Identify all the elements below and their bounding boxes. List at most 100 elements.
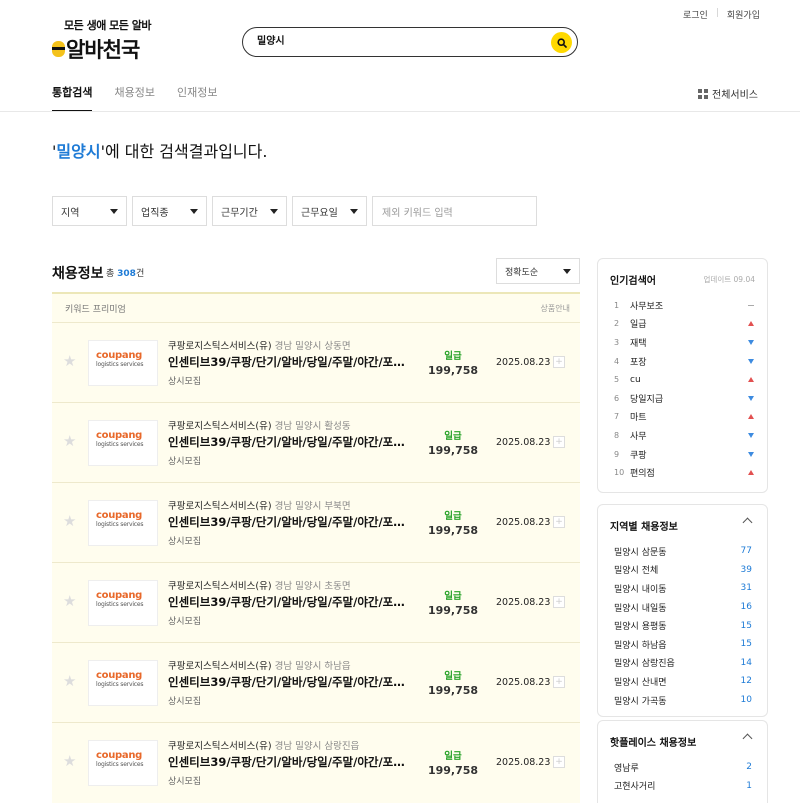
all-services-button[interactable]: 전체서비스 [698, 86, 758, 101]
company-logo[interactable]: coupang logistics services [88, 660, 158, 706]
plus-icon[interactable]: + [553, 756, 565, 768]
popular-keyword-item[interactable]: 1 사무보조 [614, 296, 754, 315]
popular-keyword-item[interactable]: 10 편의점 [614, 463, 754, 482]
job-row[interactable]: ★ coupang logistics services 쿠팡로지스틱스서비스(유) … [52, 322, 580, 402]
popular-keyword-item[interactable]: 8 사무 [614, 426, 754, 445]
job-location: 경남 밀양시 하남읍 [274, 661, 351, 672]
work-days-select[interactable]: 근무요일 [292, 196, 367, 226]
job-row[interactable]: ★ coupang logistics services 쿠팡로지스틱스서비스(유) … [52, 482, 580, 562]
job-date: 2025.08.23 [496, 757, 551, 768]
trend-up-icon [748, 321, 754, 327]
popular-keyword-item[interactable]: 9 쿠팡 [614, 445, 754, 464]
job-title[interactable]: 인센티브39/쿠팡/단기/알바/당일/주말/야간/포장/주간 [168, 674, 412, 690]
job-title[interactable]: 인센티브39/쿠팡/단기/알바/당일/주말/야간/포장/주간 [168, 434, 412, 450]
plus-icon[interactable]: + [553, 676, 565, 688]
job-title[interactable]: 인센티브39/쿠팡/단기/알바/당일/주말/야간/포장/주간 [168, 754, 412, 770]
region_jobs-item[interactable]: 밀양시 산내면 12 [614, 672, 752, 691]
plus-icon[interactable]: + [553, 436, 565, 448]
company-logo[interactable]: coupang logistics services [88, 580, 158, 626]
company-name[interactable]: 쿠팡로지스틱스서비스(유) 경남 밀양시 삼랑진읍 [168, 738, 359, 752]
star-icon[interactable]: ★ [63, 674, 76, 689]
company-name[interactable]: 쿠팡로지스틱스서비스(유) 경남 밀양시 초동면 [168, 578, 351, 592]
divider [0, 111, 800, 112]
job-title[interactable]: 인센티브39/쿠팡/단기/알바/당일/주말/야간/포장/주간 [168, 514, 412, 530]
login-link[interactable]: 로그인 [683, 8, 708, 21]
popular-keyword-item[interactable]: 4 포장 [614, 352, 754, 371]
popular-keyword-item[interactable]: 5 cu [614, 370, 754, 389]
star-icon[interactable]: ★ [63, 754, 76, 769]
region-select[interactable]: 지역 [52, 196, 127, 226]
sort-select[interactable]: 정확도순 [496, 258, 580, 284]
company-logo[interactable]: coupang logistics services [88, 740, 158, 786]
job-pay: 일급 199,758 [423, 428, 483, 457]
plus-icon[interactable]: + [553, 596, 565, 608]
job-title[interactable]: 인센티브39/쿠팡/단기/알바/당일/주말/야간/포장/주간 [168, 594, 412, 610]
job-location: 경남 밀양시 활성동 [274, 421, 351, 432]
hotplace-item[interactable]: 고현사거리 1 [614, 777, 752, 796]
logo-text: coupang [96, 510, 143, 521]
pay-amount: 199,758 [427, 764, 479, 777]
job-row[interactable]: ★ coupang logistics services 쿠팡로지스틱스서비스(유) … [52, 642, 580, 722]
search-button[interactable] [551, 32, 572, 53]
star-icon[interactable]: ★ [63, 434, 76, 449]
caret-down-icon [350, 208, 358, 214]
exclude-keyword-input[interactable]: 제외 키워드 입력 [372, 196, 537, 226]
star-icon[interactable]: ★ [63, 354, 76, 369]
search-input[interactable] [257, 34, 547, 45]
job-row[interactable]: ★ coupang logistics services 쿠팡로지스틱스서비스(유) … [52, 402, 580, 482]
company-name[interactable]: 쿠팡로지스틱스서비스(유) 경남 밀양시 부북면 [168, 498, 351, 512]
region_jobs-item[interactable]: 밀양시 내이동 31 [614, 579, 752, 598]
region_jobs-item[interactable]: 밀양시 하남읍 15 [614, 635, 752, 654]
job-subtext: 상시모집 [168, 537, 202, 547]
signup-link[interactable]: 회원가입 [727, 8, 760, 21]
work-period-select[interactable]: 근무기간 [212, 196, 287, 226]
region_jobs-item[interactable]: 밀양시 전체 39 [614, 561, 752, 580]
job-pay: 일급 199,758 [423, 668, 483, 697]
job-subtext: 상시모집 [168, 457, 202, 467]
job-pay: 일급 199,758 [423, 508, 483, 537]
region_jobs-item[interactable]: 밀양시 삼랑진읍 14 [614, 654, 752, 673]
hotplace-item[interactable]: 영남루 2 [614, 758, 752, 777]
logo-subtext: logistics services [96, 681, 144, 688]
company-name[interactable]: 쿠팡로지스틱스서비스(유) 경남 밀양시 하남읍 [168, 658, 351, 672]
popular-keyword-item[interactable]: 3 재택 [614, 333, 754, 352]
plus-icon[interactable]: + [553, 356, 565, 368]
popular-keyword-item[interactable]: 2 일급 [614, 315, 754, 334]
logo-subtext: logistics services [96, 441, 144, 448]
region-jobs-panel: 지역별 채용정보 밀양시 삼문동 77 밀양시 전체 39 밀양시 내이동 31 밀양시 내… [597, 504, 768, 717]
popular-keyword-item[interactable]: 7 마트 [614, 408, 754, 427]
pay-amount: 199,758 [427, 684, 479, 697]
chevron-up-icon[interactable] [742, 733, 753, 744]
tab-talent[interactable]: 인재정보 [177, 84, 217, 112]
site-logo[interactable]: 모든 생애 모든 알바 알바천국 [52, 17, 162, 62]
job-row[interactable]: ★ coupang logistics services 쿠팡로지스틱스서비스(유) … [52, 562, 580, 642]
region_jobs-item[interactable]: 밀양시 가곡동 10 [614, 691, 752, 710]
tab-integrated[interactable]: 통합검색 [52, 84, 93, 112]
job-title[interactable]: 인센티브39/쿠팡/단기/알바/당일/주말/야간/포장/주간 [168, 354, 412, 370]
star-icon[interactable]: ★ [63, 514, 76, 529]
region-title: 지역별 채용정보 [610, 522, 678, 533]
region_jobs-item[interactable]: 밀양시 용평동 15 [614, 616, 752, 635]
job-type-select[interactable]: 업직종 [132, 196, 207, 226]
job-row[interactable]: ★ coupang logistics services 쿠팡로지스틱스서비스(유) … [52, 722, 580, 802]
product-info-link[interactable]: 상품안내 [541, 303, 570, 314]
company-logo[interactable]: coupang logistics services [88, 500, 158, 546]
plus-icon[interactable]: + [553, 516, 565, 528]
popular-title: 인기검색어 [610, 276, 656, 287]
popular-keyword-item[interactable]: 6 당일지급 [614, 389, 754, 408]
region_jobs-item[interactable]: 밀양시 내일동 16 [614, 598, 752, 617]
company-logo[interactable]: coupang logistics services [88, 420, 158, 466]
item-count: 15 [740, 639, 752, 650]
company-name[interactable]: 쿠팡로지스틱스서비스(유) 경남 밀양시 활성동 [168, 418, 351, 432]
company-name[interactable]: 쿠팡로지스틱스서비스(유) 경남 밀양시 상동면 [168, 338, 351, 352]
search-tabs: 통합검색 채용정보 인재정보 [52, 84, 239, 112]
logo-subtext: logistics services [96, 761, 144, 768]
star-icon[interactable]: ★ [63, 594, 76, 609]
company-logo[interactable]: coupang logistics services [88, 340, 158, 386]
region_jobs-item[interactable]: 밀양시 삼문동 77 [614, 542, 752, 561]
chevron-up-icon[interactable] [742, 517, 753, 528]
logo-tagline: 모든 생애 모든 알바 [64, 19, 151, 32]
caret-down-icon [110, 208, 118, 214]
tab-jobs[interactable]: 채용정보 [114, 84, 154, 112]
pay-type: 일급 [444, 431, 462, 442]
